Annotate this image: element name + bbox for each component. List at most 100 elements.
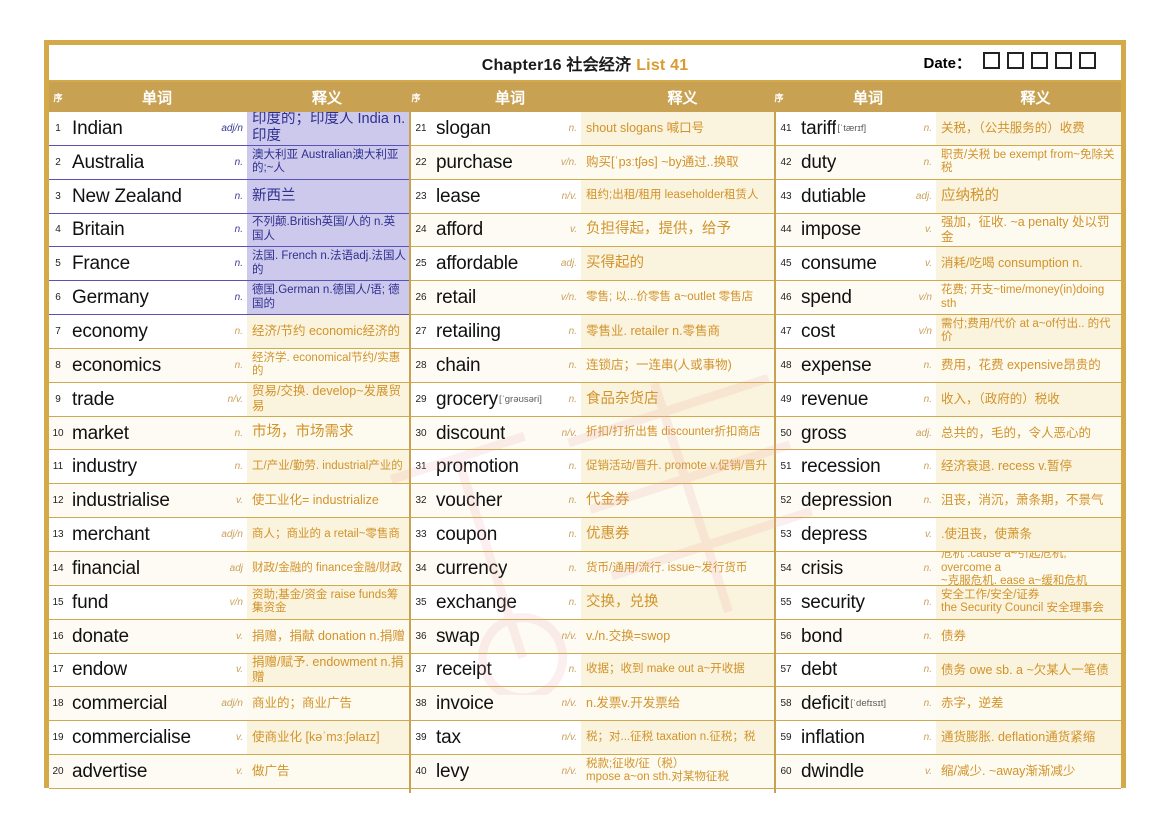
vocab-definition: 印度的；印度人 India n.印度 bbox=[247, 112, 409, 146]
vocab-word: economics bbox=[67, 348, 211, 383]
row-index: 49 bbox=[776, 382, 796, 417]
vocab-word: recession bbox=[796, 450, 902, 485]
vocab-word: commercial bbox=[67, 687, 211, 722]
word-text: depress bbox=[801, 525, 868, 545]
vocab-word: expense bbox=[796, 348, 902, 383]
word-text: recession bbox=[801, 457, 881, 477]
vocab-definition: 强加，征收. ~a penalty 处以罚金 bbox=[936, 213, 1121, 248]
header-def-1: 释义 bbox=[311, 89, 342, 107]
part-of-speech: adj bbox=[211, 551, 247, 586]
row-index: 55 bbox=[776, 585, 796, 620]
date-checkbox[interactable] bbox=[1079, 51, 1096, 69]
part-of-speech: v. bbox=[902, 755, 936, 789]
word-text: exchange bbox=[436, 592, 517, 612]
word-text: slogan bbox=[436, 118, 491, 138]
part-of-speech: n. bbox=[902, 551, 936, 586]
word-text: retail bbox=[436, 288, 476, 308]
vocab-row: 14 financial adj 财政/金融的 finance金融/财政 bbox=[49, 551, 409, 586]
part-of-speech: n/v. bbox=[547, 755, 581, 789]
vocab-definition: 职责/关税 be exempt from~免除关税 bbox=[936, 145, 1121, 180]
vocab-row: 10 market n. 市场，市场需求 bbox=[49, 416, 409, 451]
vocab-definition: 税；对...征税 taxation n.征税；税 bbox=[581, 721, 774, 756]
vocab-row: 15 fund v/n 资助;基金/资金 raise funds筹集资金 bbox=[49, 585, 409, 620]
word-text: merchant bbox=[72, 525, 150, 545]
date-checkbox-group[interactable] bbox=[983, 51, 1103, 74]
row-index: 19 bbox=[49, 721, 67, 756]
vocab-word: France bbox=[67, 247, 211, 282]
word-text: commercial bbox=[72, 694, 168, 714]
part-of-speech: n. bbox=[211, 281, 247, 316]
column-header-group-3: 序 单词 释义 bbox=[770, 82, 1123, 112]
vocab-definition: 通货膨胀. deflation通货紧缩 bbox=[936, 721, 1121, 756]
row-index: 27 bbox=[411, 315, 431, 349]
header-word-1: 单词 bbox=[141, 89, 172, 107]
vocab-definition: 安全工作/安全/证券 the Security Council 安全理事会 bbox=[936, 585, 1121, 620]
part-of-speech: n. bbox=[902, 382, 936, 417]
vocab-definition: 货币/通用/流行. issue~发行货币 bbox=[581, 551, 774, 586]
row-index: 16 bbox=[49, 619, 67, 654]
definition-line: ~克服危机. ease a~缓和危机 bbox=[941, 575, 1088, 586]
part-of-speech: v/n bbox=[902, 315, 936, 349]
vocab-word: tax bbox=[431, 721, 547, 756]
vocab-row: 21 slogan n. shout slogans 喊口号 bbox=[411, 112, 774, 146]
vocab-word: afford bbox=[431, 213, 547, 248]
vocab-definition: 经济学. economical节约/实惠的 bbox=[247, 348, 409, 383]
vocab-row: 26 retail v/n. 零售; 以...价零售 a~outlet 零售店 bbox=[411, 281, 774, 316]
word-text: purchase bbox=[436, 152, 513, 172]
part-of-speech: v. bbox=[211, 721, 247, 756]
word-text: cost bbox=[801, 321, 836, 341]
date-checkbox[interactable] bbox=[1031, 51, 1048, 69]
part-of-speech: adj/n bbox=[211, 112, 247, 146]
vocab-word: consume bbox=[796, 247, 902, 282]
row-index: 20 bbox=[49, 755, 67, 789]
vocab-definition: 不列颠.British英国/人的 n.英国人 bbox=[247, 213, 409, 248]
phonetic-text: [ˈtærɪf] bbox=[837, 122, 867, 134]
part-of-speech: n. bbox=[902, 619, 936, 654]
part-of-speech: n. bbox=[547, 348, 581, 383]
date-field: Date： bbox=[923, 51, 1103, 74]
row-index: 44 bbox=[776, 213, 796, 248]
part-of-speech: n. bbox=[902, 450, 936, 485]
vocab-word: chain bbox=[431, 348, 547, 383]
part-of-speech: v. bbox=[211, 484, 247, 519]
row-index: 45 bbox=[776, 247, 796, 282]
word-text: dwindle bbox=[801, 761, 865, 781]
row-index: 15 bbox=[49, 585, 67, 620]
vocab-row: 5 France n. 法国. French n.法语adj.法国人的 bbox=[49, 247, 409, 282]
row-index: 41 bbox=[776, 112, 796, 146]
vocab-row: 27 retailing n. 零售业. retailer n.零售商 bbox=[411, 315, 774, 349]
vocab-word: fund bbox=[67, 585, 211, 620]
sheet-title-bar: Chapter16 社会经济 List 41 Date： bbox=[49, 45, 1121, 82]
vocab-definition: 捐赠/赋予. endowment n.捐赠 bbox=[247, 653, 409, 688]
definition-line: the Security Council 安全理事会 bbox=[941, 602, 1104, 615]
word-text: financial bbox=[72, 558, 140, 578]
date-checkbox[interactable] bbox=[1007, 51, 1024, 69]
word-text: tariff bbox=[801, 118, 837, 138]
vocab-word: discount bbox=[431, 416, 547, 451]
word-text: grocery bbox=[436, 389, 498, 409]
word-text: expense bbox=[801, 355, 872, 375]
vocab-row: 39 tax n/v. 税；对...征税 taxation n.征税；税 bbox=[411, 721, 774, 756]
vocab-definition: 商人；商业的 a retail~零售商 bbox=[247, 518, 409, 552]
definition-line: 费用，花费 expensive昂贵的 bbox=[941, 357, 1101, 372]
part-of-speech: v/n bbox=[902, 281, 936, 316]
definition-line: 捐赠，捐献 donation n.捐赠 bbox=[252, 628, 405, 643]
word-text: donate bbox=[72, 626, 129, 646]
vocab-word: donate bbox=[67, 619, 211, 654]
vocab-definition: 应纳税的 bbox=[936, 179, 1121, 214]
date-checkbox[interactable] bbox=[983, 51, 1000, 69]
date-checkbox[interactable] bbox=[1055, 51, 1072, 69]
header-def-3: 释义 bbox=[1020, 89, 1051, 107]
row-index: 7 bbox=[49, 315, 67, 349]
definition-line: 使工业化= industrialize bbox=[252, 493, 379, 508]
row-index: 9 bbox=[49, 382, 67, 417]
vocab-row: 13 merchant adj/n 商人；商业的 a retail~零售商 bbox=[49, 518, 409, 552]
row-index: 51 bbox=[776, 450, 796, 485]
row-index: 37 bbox=[411, 653, 431, 688]
word-text: swap bbox=[436, 626, 480, 646]
definition-line: 市场，市场需求 bbox=[252, 424, 354, 441]
row-index: 32 bbox=[411, 484, 431, 519]
row-index: 42 bbox=[776, 145, 796, 180]
definition-line: n.发票v.开发票给 bbox=[586, 696, 681, 711]
vocab-word: receipt bbox=[431, 653, 547, 688]
